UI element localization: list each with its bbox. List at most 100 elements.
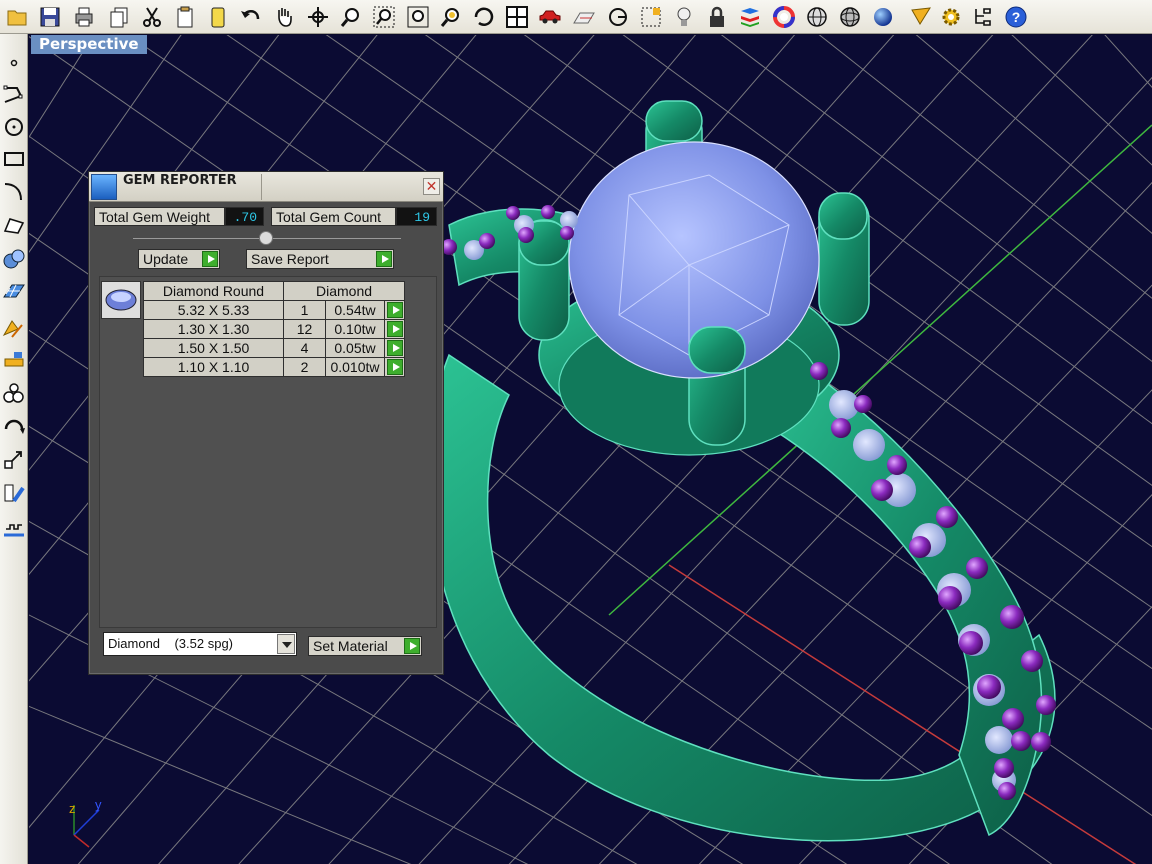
zoom-in-icon[interactable]	[337, 3, 365, 31]
row-weight: 0.05tw	[325, 338, 385, 358]
gem-reporter-panel: GEM REPORTER ✕ Total Gem Weight .70 Tota…	[88, 171, 444, 675]
row-weight: 0.010tw	[325, 357, 385, 377]
play-arrow-icon	[386, 359, 403, 375]
play-arrow-icon	[376, 251, 392, 267]
row-select-button[interactable]	[384, 338, 405, 358]
row-size: 5.32 X 5.33	[143, 300, 284, 320]
undo-icon[interactable]	[237, 3, 265, 31]
light-bulb-icon[interactable]	[670, 3, 698, 31]
plane-grid-icon[interactable]	[570, 3, 598, 31]
gear-icon[interactable]	[937, 3, 965, 31]
circle-icon[interactable]	[0, 112, 28, 142]
save-icon[interactable]	[36, 3, 64, 31]
shaded-sphere-icon[interactable]	[836, 3, 864, 31]
lock-icon[interactable]	[703, 3, 731, 31]
rotate-view-icon[interactable]	[304, 3, 332, 31]
rotate-icon[interactable]	[470, 3, 498, 31]
clipboard-icon[interactable]	[171, 3, 199, 31]
surface-icon[interactable]	[0, 210, 28, 240]
gem-list: Diamond Round Diamond 5.32 X 5.33 1 0.54…	[99, 276, 437, 628]
table-row: 1.30 X 1.30 12 0.10tw	[143, 319, 405, 339]
row-count: 1	[283, 300, 326, 320]
curve-icon[interactable]	[0, 176, 28, 206]
left-toolbar	[0, 34, 28, 864]
row-select-button[interactable]	[384, 300, 405, 320]
point-icon[interactable]	[0, 48, 28, 78]
scale-icon[interactable]	[0, 444, 28, 474]
folder-open-icon[interactable]	[4, 3, 32, 31]
material-select-value: Diamond (3.52 spg)	[108, 636, 234, 651]
rectangle-icon[interactable]	[0, 144, 28, 174]
table-header-row: Diamond Round Diamond	[143, 281, 405, 301]
play-arrow-icon	[386, 340, 403, 356]
close-icon[interactable]: ✕	[423, 178, 440, 195]
row-count: 4	[283, 338, 326, 358]
transform-icon[interactable]	[0, 412, 28, 442]
total-gem-count-label: Total Gem Count	[271, 207, 396, 226]
play-arrow-icon	[202, 251, 218, 267]
row-count: 12	[283, 319, 326, 339]
collapse-toggle-icon[interactable]	[259, 231, 273, 245]
row-select-button[interactable]	[384, 319, 405, 339]
cut-icon[interactable]	[138, 3, 166, 31]
analyze-icon[interactable]	[0, 478, 28, 508]
total-gem-count-value: 19	[396, 207, 437, 226]
play-arrow-icon	[404, 638, 420, 654]
structure-icon[interactable]	[970, 3, 998, 31]
dimension-icon[interactable]	[0, 344, 28, 374]
gem-reporter-titlebar[interactable]: GEM REPORTER ✕	[89, 172, 443, 202]
main-toolbar: ?	[0, 0, 1152, 34]
save-report-button[interactable]: Save Report	[246, 249, 394, 269]
row-count: 2	[283, 357, 326, 377]
row-size: 1.10 X 1.10	[143, 357, 284, 377]
gem-reporter-title: GEM REPORTER	[123, 173, 237, 188]
row-weight: 0.54tw	[325, 300, 385, 320]
copy-icon[interactable]	[105, 3, 133, 31]
total-gem-weight-value: .70	[225, 207, 264, 226]
row-weight: 0.10tw	[325, 319, 385, 339]
boolean-icon[interactable]	[0, 312, 28, 342]
update-button[interactable]: Update	[138, 249, 220, 269]
table-row: 1.10 X 1.10 2 0.010tw	[143, 357, 405, 377]
solid-icon[interactable]	[0, 244, 28, 274]
axis-y-label: y	[95, 797, 102, 812]
paste-icon[interactable]	[204, 3, 232, 31]
row-select-button[interactable]	[384, 357, 405, 377]
row-size: 1.30 X 1.30	[143, 319, 284, 339]
car-icon[interactable]	[536, 3, 564, 31]
snap-icon[interactable]	[637, 3, 665, 31]
table-row: 1.50 X 1.50 4 0.05tw	[143, 338, 405, 358]
material-select[interactable]: Diamond (3.52 spg)	[103, 632, 297, 656]
axis-gizmo: z y	[69, 797, 102, 848]
pencil-icon[interactable]	[907, 3, 935, 31]
table-header-material: Diamond	[283, 281, 405, 301]
update-button-label: Update	[143, 251, 189, 267]
table-row: 5.32 X 5.33 1 0.54tw	[143, 300, 405, 320]
polyline-icon[interactable]	[0, 80, 28, 110]
pan-hand-icon[interactable]	[270, 3, 298, 31]
zoom-window-icon[interactable]	[370, 3, 398, 31]
save-report-button-label: Save Report	[251, 251, 329, 267]
play-arrow-icon	[386, 321, 403, 337]
zoom-selected-icon[interactable]	[437, 3, 465, 31]
gem-table: Diamond Round Diamond 5.32 X 5.33 1 0.54…	[143, 281, 405, 377]
grid-icon[interactable]	[503, 3, 531, 31]
render-sphere-icon[interactable]	[869, 3, 897, 31]
zoom-extents-icon[interactable]	[404, 3, 432, 31]
color-wheel-icon[interactable]	[770, 3, 798, 31]
help-icon[interactable]: ?	[1002, 3, 1030, 31]
target-icon[interactable]	[604, 3, 632, 31]
diamond-round-thumbnail[interactable]	[101, 281, 141, 319]
layer-book-icon[interactable]	[736, 3, 764, 31]
viewport-title[interactable]: Perspective	[31, 35, 147, 54]
wireframe-sphere-icon[interactable]	[803, 3, 831, 31]
print-icon[interactable]	[70, 3, 98, 31]
gem-reporter-logo-icon	[91, 174, 117, 200]
set-material-button[interactable]: Set Material	[308, 636, 422, 656]
mesh-icon[interactable]	[0, 278, 28, 308]
table-header-shape: Diamond Round	[143, 281, 284, 301]
chevron-down-icon[interactable]	[277, 634, 295, 654]
layer-icon[interactable]	[0, 512, 28, 542]
titlebar-separator	[261, 174, 262, 200]
group-icon[interactable]	[0, 378, 28, 408]
